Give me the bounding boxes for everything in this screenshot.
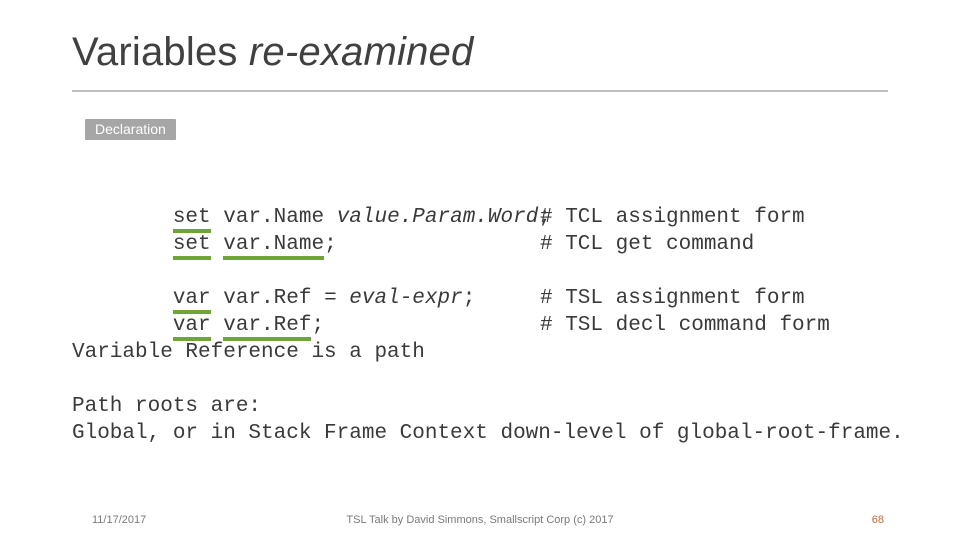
code-line-7: Global, or in Stack Frame Context down-l… [72, 393, 892, 420]
code-line-5: Variable Reference is a path [72, 312, 892, 339]
code-line-1: set var.Name value.Param.Word; # TCL ass… [72, 150, 892, 177]
path-roots-detail: Global, or in Stack Frame Context down-l… [72, 420, 904, 447]
footer-page: 68 [872, 514, 884, 526]
code-block: set var.Name value.Param.Word; # TCL ass… [72, 150, 892, 420]
comment: # TSL assignment form [540, 285, 805, 312]
title-divider [72, 90, 888, 92]
code-line-3: var var.Ref = eval-expr; # TSL assignmen… [72, 231, 892, 258]
title-text-plain: Variables [72, 30, 249, 74]
value-word: value.Param.Word [337, 206, 539, 229]
title-text-italic: re-examined [249, 30, 474, 74]
comment: # TCL assignment form [540, 204, 805, 231]
code-line-4: var var.Ref; # TSL decl command form [72, 258, 892, 285]
slide-footer: 11/17/2017 TSL Talk by David Simmons, Sm… [0, 508, 960, 526]
var-ref-statement: Variable Reference is a path [72, 339, 425, 366]
eval-expr: eval-expr [349, 287, 462, 310]
footer-center: TSL Talk by David Simmons, Smallscript C… [0, 514, 960, 526]
declaration-tag: Declaration [85, 119, 176, 140]
slide: Variables re-examined Declaration set va… [0, 0, 960, 540]
code-line-6: Path roots are: [72, 366, 892, 393]
slide-title: Variables re-examined [72, 30, 473, 75]
semicolon: ; [463, 287, 476, 310]
code-line-2: set var.Name; # TCL get command [72, 177, 892, 204]
